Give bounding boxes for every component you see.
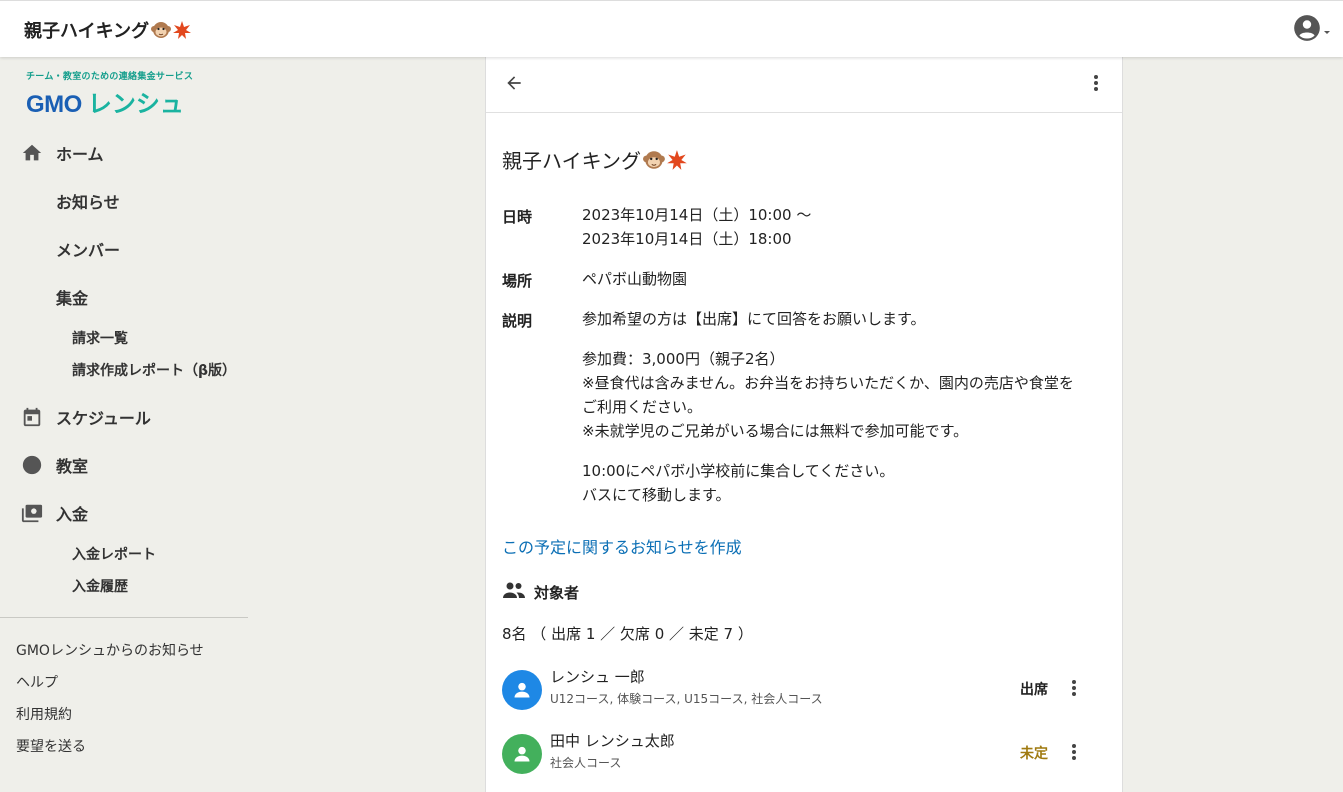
- monkey-maple-emoji-icon: [151, 20, 193, 45]
- member-status: 未定: [1020, 746, 1048, 762]
- date-start: 2023年10月14日（土）10:00 〜: [582, 206, 812, 224]
- more-vert-icon: [1093, 74, 1099, 96]
- sidebar-item-label: 教室: [56, 457, 89, 476]
- place-value: ペパボ山動物園: [582, 270, 688, 288]
- attendees-heading: 対象者: [502, 581, 579, 603]
- sidebar-item-label: 集金: [56, 289, 89, 308]
- footer-link-terms[interactable]: 利用規約: [16, 704, 72, 724]
- date-label: 日時: [502, 208, 533, 226]
- member-row[interactable]: レンシュ 一郎 U12コース, 体験コース, U15コース, 社会人コース 出席: [502, 666, 1108, 714]
- description-line: ご利用ください。: [582, 398, 703, 416]
- account-menu-button[interactable]: [1293, 14, 1331, 46]
- app-bar: 親子ハイキング: [0, 0, 1343, 57]
- description-line: ※未就学児のご兄弟がいる場合には無料で参加可能です。: [582, 422, 969, 440]
- sidebar-item-label: お知らせ: [56, 193, 120, 212]
- home-icon: [20, 141, 44, 165]
- logo-tagline: チーム・教室のための連絡集金サービス: [26, 72, 194, 82]
- date-end: 2023年10月14日（土）18:00: [582, 230, 792, 248]
- circle-icon: [20, 453, 44, 477]
- sidebar-item-label: スケジュール: [56, 409, 151, 428]
- event-title-text: 親子ハイキング: [502, 149, 641, 173]
- gmo-lenshu-logo[interactable]: チーム・教室のための連絡集金サービス GMO レンシュ: [26, 69, 193, 119]
- sidebar-subitem-payment-history[interactable]: 入金履歴: [72, 576, 128, 596]
- app-title: 親子ハイキング: [24, 17, 193, 45]
- member-courses: U12コース, 体験コース, U15コース, 社会人コース: [550, 692, 823, 706]
- date-value: 2023年10月14日（土）10:00 〜 2023年10月14日（土）18:0…: [582, 203, 811, 251]
- sidebar-item-label: メンバー: [56, 241, 121, 260]
- description-line: 参加費：3,000円（親子2名）: [582, 350, 785, 368]
- member-name: レンシュ 一郎: [550, 668, 645, 686]
- account-circle-icon: [1293, 14, 1321, 46]
- sidebar-subitem-payment-report[interactable]: 入金レポート: [72, 544, 156, 564]
- payment-icon: [20, 501, 44, 525]
- avatar: [502, 670, 542, 710]
- sidebar-subitem-invoice-report[interactable]: 請求作成レポート（β版）: [72, 360, 236, 380]
- event-detail-card: 親子ハイキング 日時 2023年10月14日（土）10:00 〜 2023年10…: [485, 57, 1123, 792]
- sidebar: チーム・教室のための連絡集金サービス GMO レンシュ ホーム お知らせ メンバー…: [0, 57, 248, 792]
- event-title: 親子ハイキング: [502, 145, 689, 176]
- member-status: 出席: [1020, 682, 1048, 698]
- card-more-button[interactable]: [1084, 71, 1108, 99]
- app-title-text: 親子ハイキング: [24, 21, 150, 42]
- attendees-heading-text: 対象者: [534, 583, 580, 602]
- caret-down-icon: [1323, 21, 1331, 40]
- member-row[interactable]: 田中 レンシュ太郎 社会人コース 未定: [502, 730, 1108, 778]
- back-button[interactable]: [500, 71, 528, 99]
- logo-gmo: GMO: [26, 91, 82, 118]
- logo-wordmark: GMO レンシュ: [26, 84, 193, 119]
- logo-lenshu: レンシュ: [87, 90, 184, 118]
- calendar-icon: [20, 405, 44, 429]
- member-more-button[interactable]: [1062, 740, 1086, 768]
- description-value: 参加希望の方は【出席】にて回答をお願いします。 参加費：3,000円（親子2名）…: [582, 307, 1074, 507]
- footer-link-feedback[interactable]: 要望を送る: [16, 736, 86, 756]
- member-courses: 社会人コース: [550, 756, 622, 770]
- footer-link-help[interactable]: ヘルプ: [16, 672, 58, 692]
- footer-link-news[interactable]: GMOレンシュからのお知らせ: [16, 640, 204, 660]
- sidebar-divider: [0, 617, 248, 618]
- arrow-back-icon: [504, 73, 524, 97]
- description-line: バスにて移動します。: [582, 486, 731, 504]
- sidebar-item-label: 入金: [56, 505, 89, 524]
- sidebar-subitem-invoice-list[interactable]: 請求一覧: [72, 328, 128, 348]
- description-line: ※昼食代は含みません。お弁当をお持ちいただくか、園内の売店や食堂を: [582, 374, 1074, 392]
- avatar: [502, 734, 542, 774]
- monkey-maple-emoji-icon: [643, 149, 689, 176]
- attendance-summary: 8名 （ 出席 1 ／ 欠席 0 ／ 未定 7 ）: [502, 625, 753, 643]
- member-name: 田中 レンシュ太郎: [550, 732, 675, 750]
- card-toolbar: [486, 57, 1122, 113]
- description-paragraph: 参加希望の方は【出席】にて回答をお願いします。: [582, 310, 926, 328]
- people-icon: [502, 581, 526, 603]
- more-vert-icon: [1071, 679, 1077, 701]
- sidebar-item-label: ホーム: [56, 145, 104, 164]
- create-notice-link[interactable]: この予定に関するお知らせを作成: [502, 534, 742, 558]
- member-more-button[interactable]: [1062, 676, 1086, 704]
- place-label: 場所: [502, 272, 533, 290]
- more-vert-icon: [1071, 743, 1077, 765]
- description-line: 10:00にペパボ小学校前に集合してください。: [582, 462, 895, 480]
- description-label: 説明: [502, 312, 533, 330]
